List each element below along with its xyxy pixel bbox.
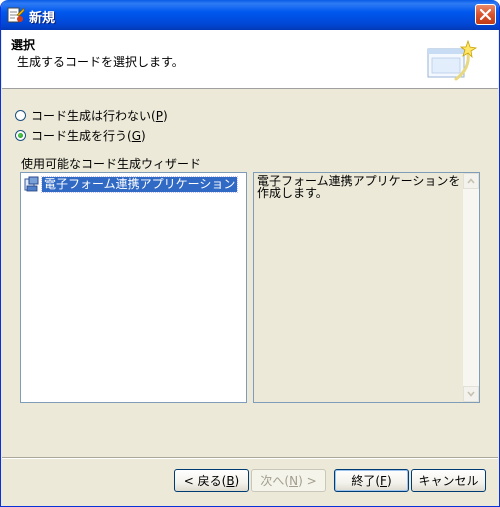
close-button[interactable] xyxy=(475,4,496,25)
wizard-description: 電子フォーム連携アプリケーションを作成します。 xyxy=(257,174,461,200)
list-item-label: 電子フォーム連携アプリケーション xyxy=(40,175,239,193)
window-title: 新規 xyxy=(29,11,56,26)
back-label: < 戻る xyxy=(183,473,222,488)
close-icon xyxy=(479,8,492,21)
back-button[interactable]: < 戻る(B) xyxy=(174,469,249,492)
generation-label: コード生成を行う xyxy=(31,128,128,143)
wizard-list[interactable]: 電子フォーム連携アプリケーション xyxy=(20,172,247,403)
wizard-app-icon xyxy=(24,176,39,192)
generation-radio[interactable] xyxy=(15,129,26,141)
page-description: 生成するコードを選択します。 xyxy=(17,55,184,69)
finish-label: 終了 xyxy=(351,473,376,488)
wizard-header: 選択 生成するコードを選択します。 xyxy=(2,30,498,89)
no-generation-mnemonic: P xyxy=(155,108,163,123)
title-bar[interactable]: 新規 xyxy=(1,0,499,30)
wizard-banner-icon xyxy=(427,39,478,81)
no-generation-label: コード生成は行わない xyxy=(31,108,152,123)
description-scrollbar[interactable] xyxy=(463,173,479,402)
wizard-description-box: 電子フォーム連携アプリケーションを作成します。 xyxy=(253,172,480,403)
next-label: 次へ xyxy=(260,473,285,488)
cancel-label: キャンセル xyxy=(418,473,479,488)
footer-divider xyxy=(2,457,498,459)
page-title: 選択 xyxy=(11,38,36,52)
cancel-button[interactable]: キャンセル xyxy=(411,469,486,492)
scroll-down-button[interactable] xyxy=(463,386,479,402)
generation-mnemonic: G xyxy=(131,128,142,143)
wizard-list-label: 使用可能なコード生成ウィザード xyxy=(21,157,202,171)
generation-option[interactable]: コード生成を行う(G) xyxy=(15,127,146,143)
finish-mnemonic: F xyxy=(380,473,387,488)
new-wizard-dialog: 新規 選択 生成するコードを選択します。 コード生成は行わない(P) コード生成… xyxy=(0,0,500,507)
list-item[interactable]: 電子フォーム連携アプリケーション xyxy=(24,175,239,193)
scroll-up-button[interactable] xyxy=(463,173,479,189)
next-button[interactable]: 次へ(N) > xyxy=(251,469,326,492)
next-suffix: > xyxy=(302,473,317,488)
finish-button[interactable]: 終了(F) xyxy=(334,469,409,492)
chevron-up-icon xyxy=(467,178,475,184)
back-mnemonic: B xyxy=(226,473,235,488)
app-icon xyxy=(7,7,25,23)
next-mnemonic: N xyxy=(289,473,299,488)
chevron-down-icon xyxy=(467,391,475,397)
no-generation-radio[interactable] xyxy=(15,109,26,121)
no-generation-option[interactable]: コード生成は行わない(P) xyxy=(15,107,168,123)
